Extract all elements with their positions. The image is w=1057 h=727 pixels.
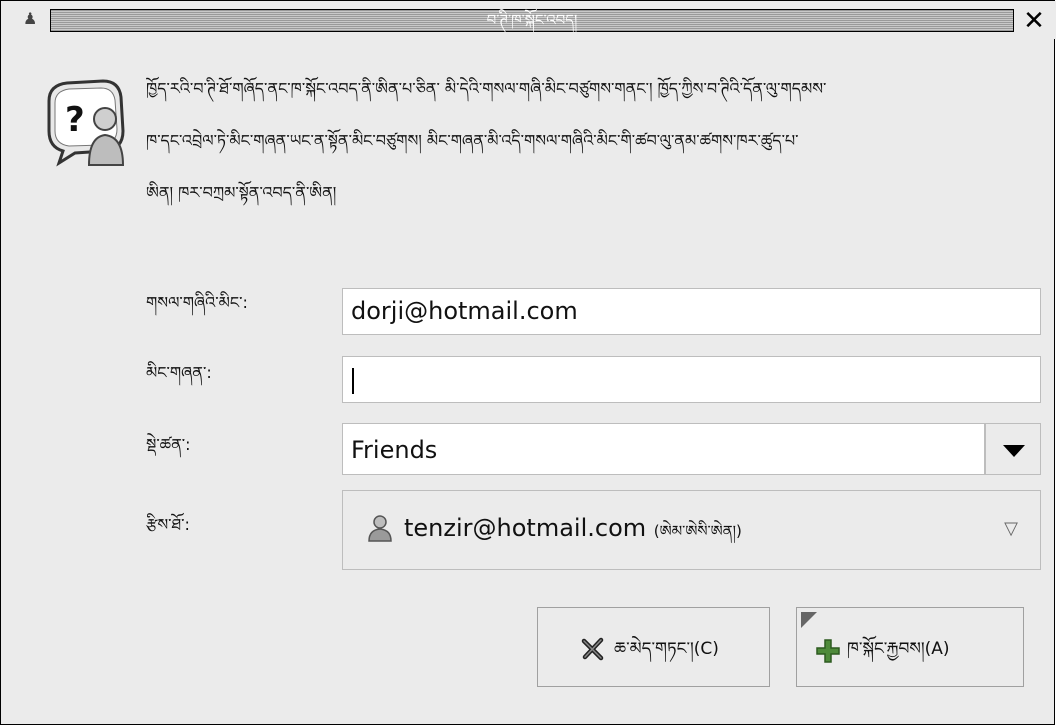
account-select[interactable]: tenzir@hotmail.com (ཨེམ་ཨེསི་ཨེན།) ▽ <box>342 490 1041 570</box>
dialog-message: ཁྱོད་རའི་བ་ཊི་ཐོ་གཞོད་ནང་ཁ་སྐོང་འབད་ནི་ཨ… <box>146 63 1041 219</box>
title-strip[interactable]: བ་ཊི་ཁ་སྐོང་འབད། <box>50 9 1014 32</box>
add-button-label: ཁ་སྐོང་རྐྱབས།(A) <box>847 639 950 659</box>
titlebar: ♟ བ་ཊི་ཁ་སྐོང་འབད། ✕ <box>1 1 1056 39</box>
window-title: བ་ཊི་ཁ་སྐོང་འབད། <box>486 11 578 29</box>
alias-field[interactable] <box>342 356 1041 403</box>
cancel-button-label: ཆ་མེད་གཏང་།(C) <box>614 639 719 659</box>
question-person-icon: ? <box>47 79 125 167</box>
account-label: རྩིས་ཐོ་: <box>146 515 190 534</box>
message-line: ཨིན། ཁར་བཀྲམ་སྟོན་འབད་ནི་ཨིན། <box>146 183 337 202</box>
add-button[interactable]: ཁ་སྐོང་རྐྱབས།(A) <box>796 607 1024 687</box>
group-dropdown-button[interactable] <box>985 423 1041 475</box>
group-combo-entry[interactable]: Friends <box>342 423 985 475</box>
email-field[interactable]: dorji@hotmail.com <box>342 288 1041 335</box>
message-line: ཁ་དང་འབྲེལ་ཏེ་མིང་གཞན་ཡང་ན་སྟོན་མིང་བཙུག… <box>146 131 799 150</box>
message-line: ཁྱོད་རའི་བ་ཊི་ཐོ་གཞོད་ནང་ཁ་སྐོང་འབད་ནི་ཨ… <box>146 79 827 98</box>
account-value: tenzir@hotmail.com <box>404 514 647 542</box>
alias-label: མིང་གཞན་: <box>146 363 212 382</box>
cancel-x-icon <box>581 637 604 661</box>
group-label: སྡེ་ཚན་: <box>146 435 191 454</box>
triangle-down-icon: ▽ <box>1004 518 1018 539</box>
account-text: tenzir@hotmail.com (ཨེམ་ཨེསི་ཨེན།) <box>404 491 742 569</box>
add-plus-icon <box>816 639 840 663</box>
svg-text:?: ? <box>65 100 85 140</box>
default-button-indicator <box>801 612 817 628</box>
add-buddy-dialog: ♟ བ་ཊི་ཁ་སྐོང་འབད། ✕ ? ཁྱོད་རའི་བ་ཊི་ཐོ་… <box>0 0 1056 725</box>
close-icon[interactable]: ✕ <box>1019 7 1049 35</box>
chevron-down-icon <box>1003 445 1025 457</box>
cancel-button[interactable]: ཆ་མེད་གཏང་།(C) <box>537 607 770 687</box>
group-value: Friends <box>351 436 438 464</box>
text-caret <box>352 368 354 394</box>
account-status: (ཨེམ་ཨེསི་ཨེན།) <box>653 522 742 540</box>
person-app-icon[interactable]: ♟ <box>23 9 37 29</box>
alias-field-value <box>343 365 357 393</box>
person-icon <box>368 515 392 542</box>
email-field-value: dorji@hotmail.com <box>351 297 578 325</box>
email-label: གསལ་གཞིའི་མིང་: <box>146 293 248 312</box>
